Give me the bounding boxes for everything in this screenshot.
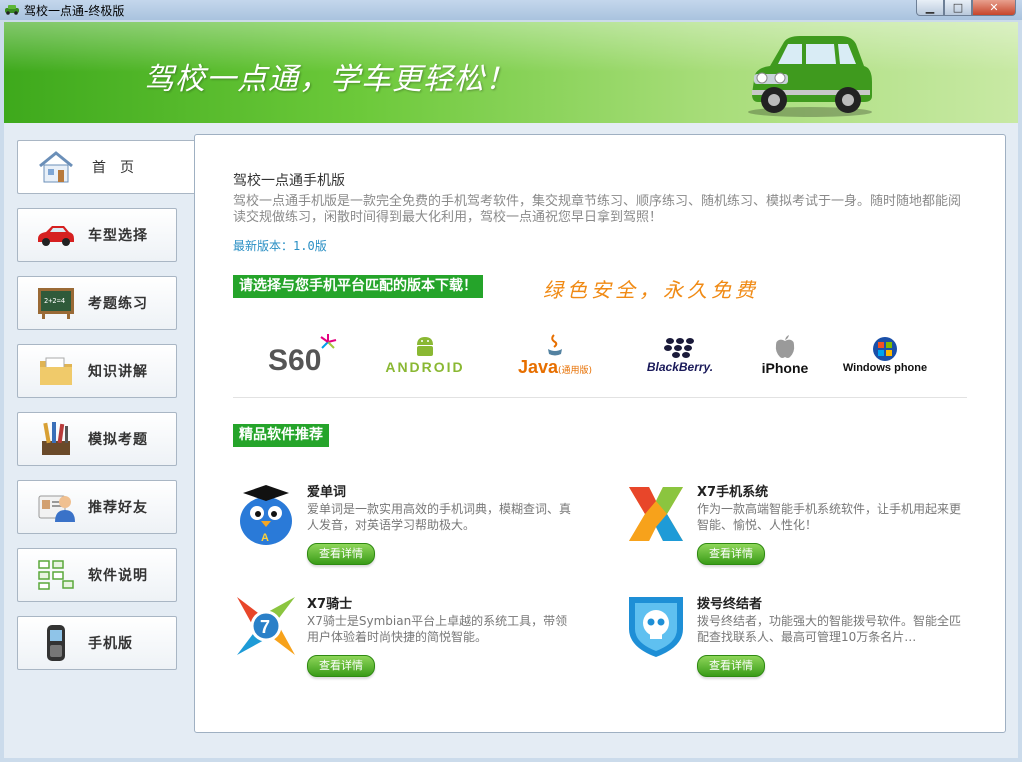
title-bar: 驾校一点通-终极版 ▁ □ ✕ — [0, 0, 1022, 21]
x7-colorful-x-icon — [629, 487, 683, 541]
platform-iphone[interactable]: iPhone — [735, 325, 835, 385]
mobile-phone-icon — [36, 624, 76, 662]
nav-label: 考题练习 — [88, 296, 148, 312]
platform-windows-phone[interactable]: Windows phone — [825, 325, 945, 385]
app-card-x7-knight: 7 X7骑士 X7骑士是Symbian平台上卓越的系统工具，带领用户体验着时尚快… — [233, 593, 573, 683]
nav-label: 手机版 — [88, 636, 133, 652]
nav-label: 模拟考题 — [88, 432, 148, 448]
nav-label: 车型选择 — [88, 228, 148, 244]
section-divider — [233, 397, 967, 398]
car-icon — [5, 5, 19, 15]
platform-s60[interactable]: S60 — [255, 325, 345, 385]
version-info: 最新版本：1.0版 — [233, 237, 327, 254]
nav-label: 知识讲解 — [88, 364, 148, 380]
platform-list: S60 ANDROID Java(通用版) BlackBerry. iPhone… — [255, 325, 985, 385]
platform-java[interactable]: Java(通用版) — [505, 325, 605, 385]
car-icon — [36, 216, 76, 254]
blackboard-icon: 2+2=4 — [36, 284, 76, 322]
nav-item-practice[interactable]: 2+2=4 考题练习 — [17, 276, 177, 330]
x7-knight-star-icon: 7 — [237, 597, 295, 655]
view-details-button[interactable]: 查看详情 — [697, 655, 765, 677]
app-name: 爱单词 — [307, 485, 347, 500]
download-section-label: 请选择与您手机平台匹配的版本下载！ — [233, 275, 483, 298]
skull-shield-icon — [629, 597, 683, 657]
app-name: X7骑士 — [307, 597, 353, 612]
windows-phone-label: Windows phone — [842, 362, 928, 374]
green-car-icon — [748, 36, 872, 117]
pencils-icon — [36, 420, 76, 458]
view-details-button[interactable]: 查看详情 — [307, 543, 375, 565]
close-button[interactable]: ✕ — [972, 0, 1016, 16]
blackberry-label: BlackBerry. — [646, 360, 714, 374]
house-icon — [36, 148, 76, 186]
flowchart-icon — [36, 556, 76, 594]
s60-logo-icon: S60 — [268, 334, 337, 377]
nav-label: 推荐好友 — [88, 500, 148, 516]
app-card-aidanci: A 爱单词 爱单词是一款实用高效的手机词典，模糊查词、真人发音，对英语学习帮助极… — [233, 481, 573, 571]
version-value: 1.0版 — [293, 239, 327, 253]
nav-item-vehicle-type[interactable]: 车型选择 — [17, 208, 177, 262]
maximize-button[interactable]: □ — [944, 0, 972, 16]
header-banner: 驾校一点通，学车更轻松！ — [4, 22, 1018, 123]
nav-label: 软件说明 — [88, 568, 148, 584]
view-details-button[interactable]: 查看详情 — [307, 655, 375, 677]
app-description: 作为一款高端智能手机系统软件，让手机用起来更智能、愉悦、人性化！ — [697, 502, 962, 532]
view-details-button[interactable]: 查看详情 — [697, 543, 765, 565]
nav-item-home[interactable]: 首页 — [17, 140, 194, 194]
nav-item-mock-exam[interactable]: 模拟考题 — [17, 412, 177, 466]
app-card-x7-system: X7手机系统 作为一款高端智能手机系统软件，让手机用起来更智能、愉悦、人性化！ … — [623, 481, 963, 571]
contact-card-icon — [36, 488, 76, 526]
app-description: X7骑士是Symbian平台上卓越的系统工具，带领用户体验着时尚快捷的简悦智能。 — [307, 614, 568, 644]
android-label: ANDROID — [385, 359, 465, 375]
windows-logo-icon — [873, 337, 897, 361]
window-controls: ▁ □ ✕ — [916, 0, 1016, 16]
download-slogan: 绿色安全，永久免费 — [543, 278, 759, 302]
window-title: 驾校一点通-终极版 — [24, 4, 125, 18]
java-cup-icon — [548, 333, 562, 355]
version-label: 最新版本： — [233, 239, 294, 253]
app-description: 拨号终结者，功能强大的智能拨号软件。智能全匹配查找联系人、最高可管理10万条名片… — [697, 614, 962, 644]
nav-item-mobile-version[interactable]: 手机版 — [17, 616, 177, 670]
apple-logo-icon — [775, 335, 795, 358]
nav-label: 首页 — [92, 160, 148, 176]
content-panel: 驾校一点通手机版 驾校一点通手机版是一款完全免费的手机驾考软件，集交规章节练习、… — [194, 134, 1006, 733]
folder-icon — [36, 352, 76, 390]
bird-mascot-icon: A — [240, 485, 292, 545]
svg-text:A: A — [261, 532, 269, 544]
nav-item-software-info[interactable]: 软件说明 — [17, 548, 177, 602]
page-description: 驾校一点通手机版是一款完全免费的手机驾考软件，集交规章节练习、顺序练习、随机练习… — [233, 194, 962, 225]
nav-item-recommend-friends[interactable]: 推荐好友 — [17, 480, 177, 534]
app-card-dial-terminator: 拨号终结者 拨号终结者，功能强大的智能拨号软件。智能全匹配查找联系人、最高可管理… — [623, 593, 963, 683]
platform-blackberry[interactable]: BlackBerry. — [630, 325, 730, 385]
svg-text:S60: S60 — [268, 344, 321, 377]
svg-text:2+2=4: 2+2=4 — [44, 297, 65, 305]
app-name: X7手机系统 — [697, 485, 769, 500]
banner-slogan: 驾校一点通，学车更轻松！ — [144, 62, 516, 97]
minimize-button[interactable]: ▁ — [916, 0, 944, 16]
iphone-label: iPhone — [761, 360, 809, 376]
android-robot-icon — [417, 337, 433, 356]
platform-android[interactable]: ANDROID — [375, 325, 475, 385]
svg-text:7: 7 — [260, 617, 270, 637]
app-name: 拨号终结者 — [697, 597, 763, 612]
page-title: 驾校一点通手机版 — [233, 173, 345, 189]
java-label: Java(通用版) — [517, 356, 593, 377]
nav-item-knowledge[interactable]: 知识讲解 — [17, 344, 177, 398]
app-description: 爱单词是一款实用高效的手机词典，模糊查词、真人发音，对英语学习帮助极大。 — [307, 502, 572, 532]
blackberry-logo-icon — [664, 338, 694, 358]
recommend-section-label: 精品软件推荐 — [233, 424, 329, 447]
